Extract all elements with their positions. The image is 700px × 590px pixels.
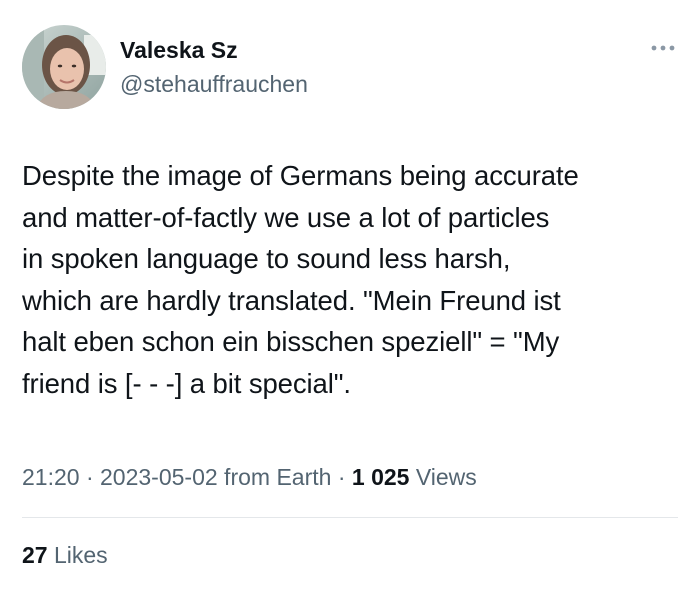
tweet-text-line: friend is [- - -] a bit special". bbox=[22, 367, 351, 399]
divider bbox=[22, 517, 678, 518]
likes-label: Likes bbox=[47, 542, 108, 568]
views-count: 1 025 bbox=[351, 464, 410, 490]
likes-count: 27 bbox=[22, 542, 48, 568]
tweet-card: Valeska Sz @stehauffrauchen Despite the … bbox=[0, 0, 700, 590]
views-label: Views bbox=[409, 464, 477, 490]
meta-separator: · bbox=[331, 464, 352, 490]
tweet-text-line: which are hardly translated. "Mein Freun… bbox=[22, 284, 561, 316]
tweet-meta: 21:20 · 2023-05-02 from Earth · 1 025 Vi… bbox=[22, 462, 477, 492]
tweet-text-line: in spoken language to sound less harsh, bbox=[22, 243, 511, 274]
meta-separator: · bbox=[79, 464, 101, 490]
profile-photo-icon bbox=[22, 25, 106, 109]
tweet-text-line: Despite the image of Germans being accur… bbox=[22, 160, 579, 191]
likes-link[interactable]: 27 Likes bbox=[22, 540, 108, 570]
tweet-text-line: halt eben schon ein bisschen speziell" =… bbox=[22, 326, 560, 357]
more-options-button[interactable] bbox=[648, 40, 678, 56]
avatar[interactable] bbox=[22, 25, 106, 109]
author-handle[interactable]: @stehauffrauchen bbox=[120, 70, 308, 98]
more-options-icon bbox=[651, 45, 675, 51]
tweet-source: from Earth bbox=[217, 464, 332, 490]
tweet-time[interactable]: 21:20 bbox=[22, 464, 80, 490]
author-name[interactable]: Valeska Sz bbox=[120, 36, 238, 64]
tweet-date[interactable]: 2023-05-02 bbox=[100, 464, 218, 490]
tweet-text-line: and matter-of-factly we use a lot of par… bbox=[22, 201, 550, 233]
tweet-text: Despite the image of Germans being accur… bbox=[22, 155, 687, 404]
